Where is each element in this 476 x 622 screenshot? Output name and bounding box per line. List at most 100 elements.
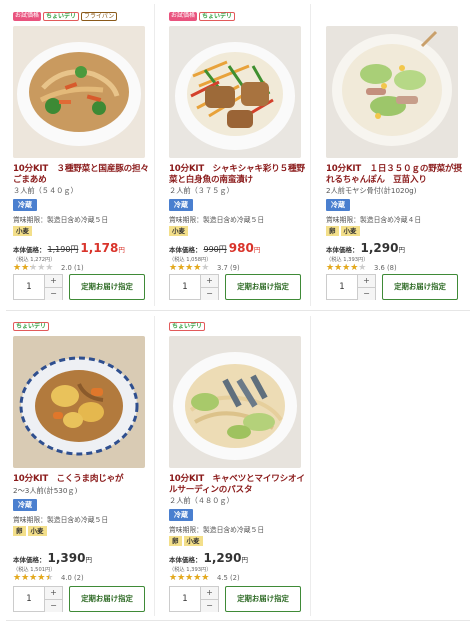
star-rating-icon: ★★★★★★★★★★ bbox=[13, 573, 54, 583]
rating[interactable]: ★★★★★ ★★★★★ 4.5 (2) bbox=[169, 574, 240, 583]
badge-list: お試価格 ちょいデリ フライパン bbox=[13, 12, 118, 24]
quantity-decrease-button[interactable]: − bbox=[45, 288, 62, 300]
rating-text: 4.5 (2) bbox=[217, 574, 240, 582]
rating[interactable]: ★★★★★★★★★★ 4.0 (2) bbox=[13, 573, 84, 583]
product-title[interactable]: 10分KIT キャベツとマイワシオイルサーディンのパスタ bbox=[169, 474, 309, 496]
expiry-text: 賞味期限：製造日含め冷蔵４日 bbox=[326, 216, 422, 224]
quantity-input[interactable]: 1 bbox=[170, 587, 201, 611]
price-row: 本体価格： 1,190円 1,178 円 bbox=[13, 241, 125, 255]
original-price: 1,190円 bbox=[47, 245, 79, 254]
row-divider bbox=[6, 620, 470, 621]
refrigerated-badge: 冷蔵 bbox=[13, 199, 37, 211]
price-label: 本体価格： bbox=[13, 556, 46, 564]
choi-deli-badge: ちょいデリ bbox=[43, 12, 80, 21]
product-portion: 2人前モヤシ骨付(計1020g) bbox=[326, 186, 417, 195]
product-image[interactable] bbox=[169, 26, 301, 158]
product-image[interactable] bbox=[169, 336, 301, 468]
rating[interactable]: ★★★★★★★★★★ 3.7 (9) bbox=[169, 263, 240, 273]
product-portion: 2～3人前(計530ｇ) bbox=[13, 486, 78, 495]
subscription-order-button[interactable]: 定期お届け指定 bbox=[382, 274, 458, 300]
price-row: 本体価格： 1,390 円 bbox=[13, 551, 92, 565]
product-card: お試価格 ちょいデリ 10分KIT シャキシャキ彩り５種野菜と白身魚の南蛮漬け … bbox=[169, 12, 312, 308]
quantity-decrease-button[interactable]: − bbox=[201, 288, 218, 300]
product-image[interactable] bbox=[13, 336, 145, 468]
product-portion: ２人前（４８０ｇ） bbox=[169, 496, 234, 505]
allergen-list: 卵 小麦 bbox=[13, 526, 47, 536]
allergen-wheat: 小麦 bbox=[13, 226, 32, 236]
quantity-increase-button[interactable]: + bbox=[45, 275, 62, 288]
rating[interactable]: ★★★★★★★★★★ 2.0 (1) bbox=[13, 264, 84, 273]
allergen-list: 卵 小麦 bbox=[169, 536, 203, 546]
badge-list: お試価格 ちょいデリ bbox=[169, 12, 236, 24]
product-title[interactable]: 10分KIT こくうま肉じゃが bbox=[13, 474, 153, 485]
price-label: 本体価格： bbox=[169, 246, 202, 254]
rating-text: 4.0 (2) bbox=[61, 574, 84, 582]
quantity-stepper: 1 + − bbox=[169, 274, 219, 300]
star-rating-icon: ★★★★★★★★★★ bbox=[326, 263, 367, 273]
yen-unit: 円 bbox=[85, 556, 92, 564]
quantity-decrease-button[interactable]: − bbox=[45, 600, 62, 612]
rating-text: 2.0 (1) bbox=[61, 264, 84, 272]
price-label: 本体価格： bbox=[169, 556, 202, 564]
product-title[interactable]: 10分KIT ３種野菜と国産豚の担々ごまあめ bbox=[13, 164, 153, 186]
quantity-input[interactable]: 1 bbox=[14, 275, 45, 299]
quantity-decrease-button[interactable]: − bbox=[358, 288, 375, 300]
price-row: 本体価格： 1,290 円 bbox=[326, 241, 405, 255]
allergen-list: 卵 小麦 bbox=[326, 226, 360, 236]
choi-deli-badge: ちょいデリ bbox=[199, 12, 236, 21]
quantity-increase-button[interactable]: + bbox=[201, 587, 218, 600]
subscription-order-button[interactable]: 定期お届け指定 bbox=[225, 274, 301, 300]
product-title[interactable]: 10分KIT シャキシャキ彩り５種野菜と白身魚の南蛮漬け bbox=[169, 164, 309, 186]
trial-price-badge: お試価格 bbox=[169, 12, 198, 21]
allergen-wheat: 小麦 bbox=[183, 536, 203, 546]
allergen-egg: 卵 bbox=[169, 536, 182, 546]
product-portion: ２人前（３７５ｇ） bbox=[169, 186, 234, 195]
product-portion: ３人前（５４０ｇ） bbox=[13, 186, 78, 195]
rating-text: 3.6 (8) bbox=[374, 264, 397, 272]
price: 1,290 bbox=[203, 551, 242, 565]
subscription-order-button[interactable]: 定期お届け指定 bbox=[69, 586, 145, 612]
tax-included-price: （税込 1,272円） bbox=[13, 257, 56, 263]
allergen-wheat: 小麦 bbox=[340, 226, 360, 236]
frying-pan-badge: フライパン bbox=[81, 12, 118, 21]
tax-included-price: （税込 1,393円） bbox=[326, 257, 369, 263]
trial-price-badge: お試価格 bbox=[13, 12, 42, 21]
expiry-text: 賞味期限：製造日含め冷蔵５日 bbox=[169, 216, 265, 224]
badge-list: ちょいデリ bbox=[169, 322, 206, 334]
rating-text: 3.7 (9) bbox=[217, 264, 240, 272]
expiry-text: 賞味期限：製造日含め冷蔵５日 bbox=[169, 526, 265, 534]
quantity-decrease-button[interactable]: − bbox=[201, 600, 218, 612]
quantity-increase-button[interactable]: + bbox=[201, 275, 218, 288]
quantity-stepper: 1 + − bbox=[13, 586, 63, 612]
refrigerated-badge: 冷蔵 bbox=[169, 509, 193, 521]
rating[interactable]: ★★★★★★★★★★ 3.6 (8) bbox=[326, 263, 397, 273]
price: 1,390 bbox=[47, 551, 86, 565]
product-image[interactable] bbox=[13, 26, 145, 158]
allergen-egg: 卵 bbox=[326, 226, 339, 236]
subscription-order-button[interactable]: 定期お届け指定 bbox=[69, 274, 145, 300]
tax-included-price: （税込 1,501円） bbox=[13, 567, 56, 573]
product-card: ちょいデリ 10分KIT キャベツとマイワシオイルサーディンのパスタ ２人前（４… bbox=[169, 322, 312, 618]
subscription-order-button[interactable]: 定期お届け指定 bbox=[225, 586, 301, 612]
badge-list: ちょいデリ bbox=[13, 322, 50, 334]
tax-included-price: （税込 1,393円） bbox=[169, 567, 212, 573]
quantity-increase-button[interactable]: + bbox=[45, 587, 62, 600]
quantity-stepper: 1 + − bbox=[13, 274, 63, 300]
original-price: 990円 bbox=[203, 245, 227, 254]
allergen-egg: 卵 bbox=[13, 526, 26, 536]
quantity-input[interactable]: 1 bbox=[327, 275, 358, 299]
refrigerated-badge: 冷蔵 bbox=[169, 199, 193, 211]
refrigerated-badge: 冷蔵 bbox=[13, 499, 37, 511]
quantity-input[interactable]: 1 bbox=[14, 587, 45, 611]
product-image[interactable] bbox=[326, 26, 458, 158]
sale-price: 980 bbox=[228, 241, 254, 255]
row-divider bbox=[6, 310, 470, 311]
quantity-increase-button[interactable]: + bbox=[358, 275, 375, 288]
yen-unit: 円 bbox=[118, 246, 125, 254]
quantity-input[interactable]: 1 bbox=[170, 275, 201, 299]
expiry-text: 賞味期限：製造日含め冷蔵５日 bbox=[13, 216, 109, 224]
star-rating-icon: ★★★★★★★★★★ bbox=[169, 263, 210, 273]
product-card: お試価格 ちょいデリ フライパン 10分KIT ３種野菜と国産豚の担々ごまあめ … bbox=[13, 12, 156, 308]
product-title[interactable]: 10分KIT １日３５０ｇの野菜が摂れるちゃんぽん 豆苗入り bbox=[326, 164, 466, 186]
sale-price: 1,178 bbox=[80, 241, 119, 255]
